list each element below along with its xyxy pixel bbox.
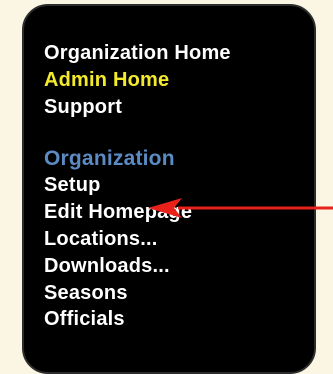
nav-setup[interactable]: Setup: [44, 172, 304, 199]
nav-organization-home[interactable]: Organization Home: [44, 40, 304, 67]
nav-locations[interactable]: Locations...: [44, 226, 304, 253]
pointer-arrow-icon: [148, 198, 333, 218]
nav-downloads[interactable]: Downloads...: [44, 253, 304, 280]
nav-admin-home[interactable]: Admin Home: [44, 67, 304, 94]
nav-seasons[interactable]: Seasons: [44, 280, 304, 307]
sidebar-menu: Organization Home Admin Home Support Org…: [44, 40, 304, 333]
section-heading-organization: Organization: [44, 147, 175, 171]
nav-support[interactable]: Support: [44, 94, 304, 121]
nav-officials[interactable]: Officials: [44, 306, 304, 333]
